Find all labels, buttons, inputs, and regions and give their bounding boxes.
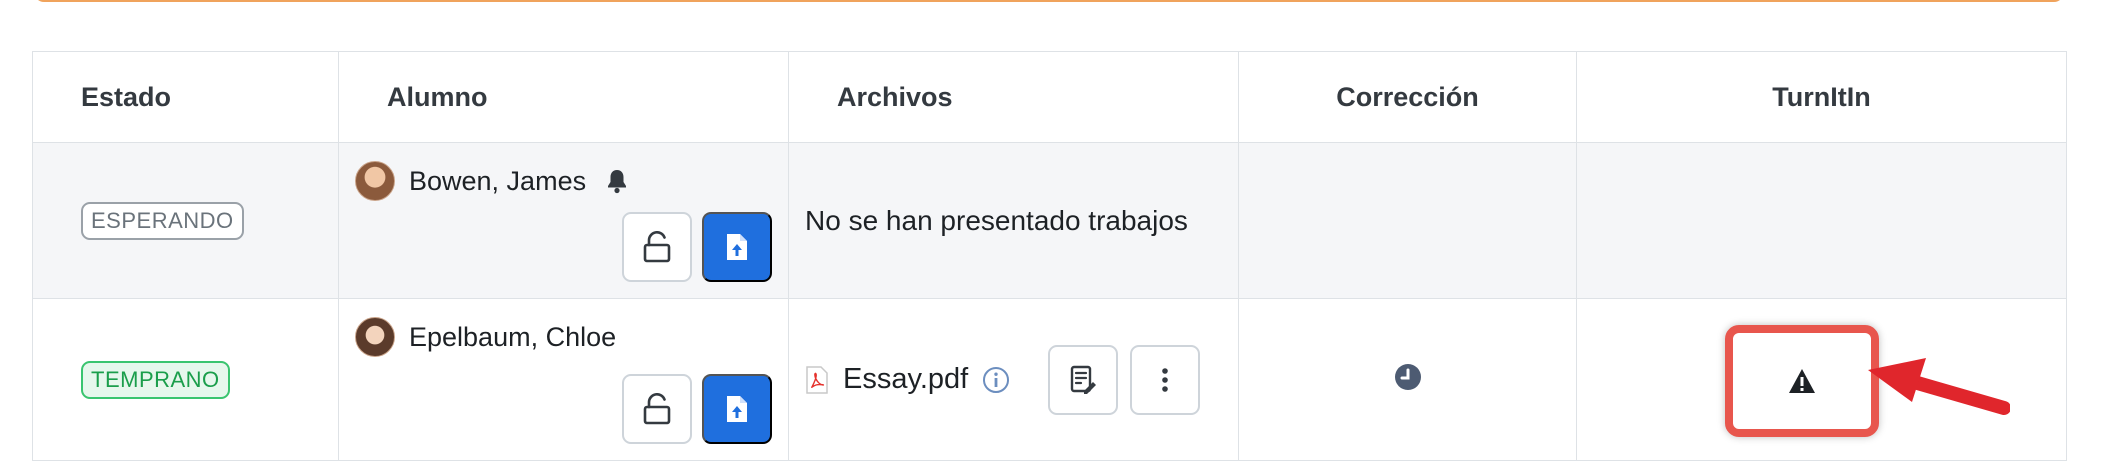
info-icon[interactable]: [982, 366, 1010, 394]
edit-submission-button[interactable]: [1048, 344, 1119, 415]
status-badge: TEMPRANO: [81, 360, 230, 399]
grade-cell: [1238, 142, 1577, 299]
turnitin-status-highlight[interactable]: [1725, 325, 1879, 437]
unlock-icon: [643, 231, 671, 263]
file-upload-icon: [727, 396, 747, 422]
status-cell: ESPERANDO: [32, 142, 339, 299]
more-vertical-icon: [1162, 367, 1169, 392]
grading-table: Estado Alumno Archivos Corrección TurnIt…: [32, 51, 2067, 461]
file-upload-icon: [727, 234, 747, 260]
status-badge: ESPERANDO: [81, 201, 244, 240]
avatar[interactable]: [355, 161, 395, 201]
table-row: ESPERANDO Bowen, James No se han present…: [32, 142, 2067, 299]
student-cell: Bowen, James: [338, 142, 789, 299]
table-header-row: Estado Alumno Archivos Corrección TurnIt…: [32, 51, 2067, 143]
student-name[interactable]: Epelbaum, Chloe: [409, 322, 616, 353]
upload-submission-button[interactable]: [702, 374, 772, 444]
edit-document-icon: [1071, 365, 1097, 394]
unlock-button[interactable]: [622, 212, 692, 282]
unlock-button[interactable]: [622, 374, 692, 444]
avatar[interactable]: [355, 317, 395, 357]
file-link[interactable]: Essay.pdf: [843, 363, 968, 396]
clock-icon: [1394, 364, 1421, 390]
files-cell: Essay.pdf: [788, 298, 1239, 461]
turnitin-cell: [1576, 142, 2067, 299]
bell-icon: [608, 170, 627, 194]
column-header-grade[interactable]: Corrección: [1238, 51, 1577, 143]
column-header-student[interactable]: Alumno: [338, 51, 789, 143]
status-cell: TEMPRANO: [32, 298, 339, 461]
warning-icon: [1789, 369, 1815, 393]
annotation-arrow-icon: [1868, 358, 2010, 415]
more-options-button[interactable]: [1130, 344, 1201, 415]
top-banner: [34, 0, 2064, 2]
no-submissions-text: No se han presentado trabajos: [805, 204, 1188, 236]
pdf-icon: [806, 365, 828, 394]
column-header-status[interactable]: Estado: [32, 51, 339, 143]
upload-submission-button[interactable]: [702, 212, 772, 282]
column-header-turnitin: TurnItIn: [1576, 51, 2067, 143]
column-header-files: Archivos: [788, 51, 1239, 143]
unlock-icon: [643, 393, 671, 425]
files-cell: No se han presentado trabajos: [788, 142, 1239, 299]
table-row: TEMPRANO Epelbaum, Chloe Essay.pdf: [32, 298, 2067, 461]
student-name[interactable]: Bowen, James: [409, 166, 586, 197]
student-cell: Epelbaum, Chloe: [338, 298, 789, 461]
grade-cell: [1238, 298, 1577, 461]
